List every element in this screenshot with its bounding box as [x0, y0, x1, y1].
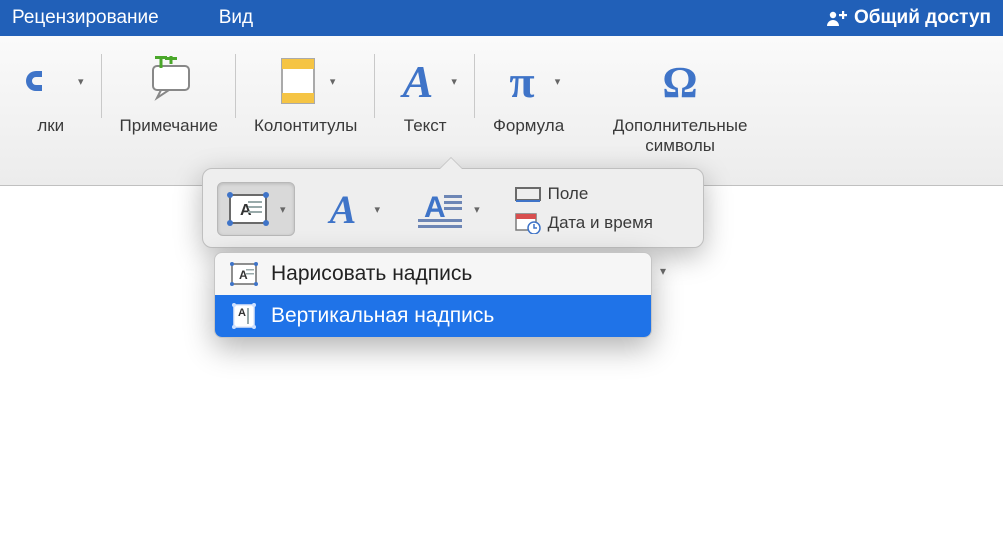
chevron-down-icon: ▾ [474, 203, 480, 216]
wordart-a-icon: A [321, 187, 365, 231]
datetime-button[interactable]: Дата и время [514, 212, 653, 234]
text-a-icon: A [393, 55, 443, 107]
group-symbols[interactable]: Ω Дополнительные символы [582, 46, 778, 157]
text-label: Текст [404, 116, 447, 136]
svg-text:A: A [238, 307, 246, 319]
menu-draw-textbox[interactable]: A Нарисовать надпись [215, 253, 651, 295]
chevron-down-icon: ▾ [451, 75, 457, 88]
tab-view[interactable]: Вид [219, 7, 253, 29]
chevron-down-icon[interactable]: ▾ [660, 264, 666, 278]
svg-text:A: A [400, 56, 434, 107]
omega-icon: Ω [655, 55, 705, 107]
dropcap-button[interactable]: A ▾ [406, 181, 488, 237]
vertical-textbox-icon: A [229, 303, 259, 329]
textbox-split-button[interactable]: A ▾ [217, 182, 295, 236]
menu-draw-textbox-label: Нарисовать надпись [271, 262, 472, 286]
calendar-clock-icon [514, 212, 542, 234]
comment-label: Примечание [120, 116, 218, 136]
group-text[interactable]: A ▾ Текст [375, 46, 475, 136]
share-label: Общий доступ [854, 7, 991, 29]
tab-bar: Рецензирование Вид Общий доступ [0, 0, 1003, 36]
svg-text:π: π [509, 56, 534, 107]
chevron-down-icon: ▾ [330, 75, 336, 88]
symbols-label: Дополнительные символы [600, 116, 760, 157]
links-label: лки [37, 116, 64, 136]
group-links[interactable]: ▾ лки [0, 46, 102, 136]
field-button[interactable]: Поле [514, 184, 653, 204]
text-popover: A ▾ A ▾ A ▾ [202, 168, 704, 248]
formula-label: Формула [493, 116, 564, 136]
menu-vertical-textbox[interactable]: A Вертикальная надпись [215, 295, 651, 337]
textbox-dropdown-menu: A Нарисовать надпись A Вертикальная надп… [214, 252, 652, 338]
group-comment[interactable]: Примечание [102, 46, 236, 136]
share-button[interactable]: Общий доступ [826, 7, 991, 29]
group-formula[interactable]: π ▾ Формула [475, 46, 582, 136]
headers-footers-icon [276, 55, 322, 107]
field-label: Поле [548, 184, 589, 204]
group-headers[interactable]: ▾ Колонтитулы [236, 46, 375, 136]
menu-vertical-textbox-label: Вертикальная надпись [271, 304, 494, 328]
svg-text:A: A [326, 187, 356, 231]
headers-label: Колонтитулы [254, 116, 357, 136]
field-icon [514, 184, 542, 204]
pi-icon: π [497, 55, 547, 107]
chevron-down-icon: ▾ [78, 75, 84, 88]
chevron-down-icon: ▾ [280, 203, 286, 216]
svg-text:A: A [240, 202, 252, 219]
draw-textbox-icon: A [229, 261, 259, 287]
textbox-icon: A [226, 189, 270, 229]
ribbon: ▾ лки Примечание ▾ [0, 36, 1003, 186]
datetime-label: Дата и время [548, 213, 653, 233]
link-icon [18, 57, 70, 105]
chevron-down-icon: ▾ [555, 75, 561, 88]
chevron-down-icon: ▾ [375, 203, 381, 216]
comment-icon [141, 56, 197, 106]
wordart-button[interactable]: A ▾ [313, 181, 389, 237]
tab-review[interactable]: Рецензирование [12, 7, 159, 29]
svg-text:Ω: Ω [663, 58, 698, 107]
share-icon [826, 9, 848, 27]
dropcap-icon: A [414, 187, 464, 231]
